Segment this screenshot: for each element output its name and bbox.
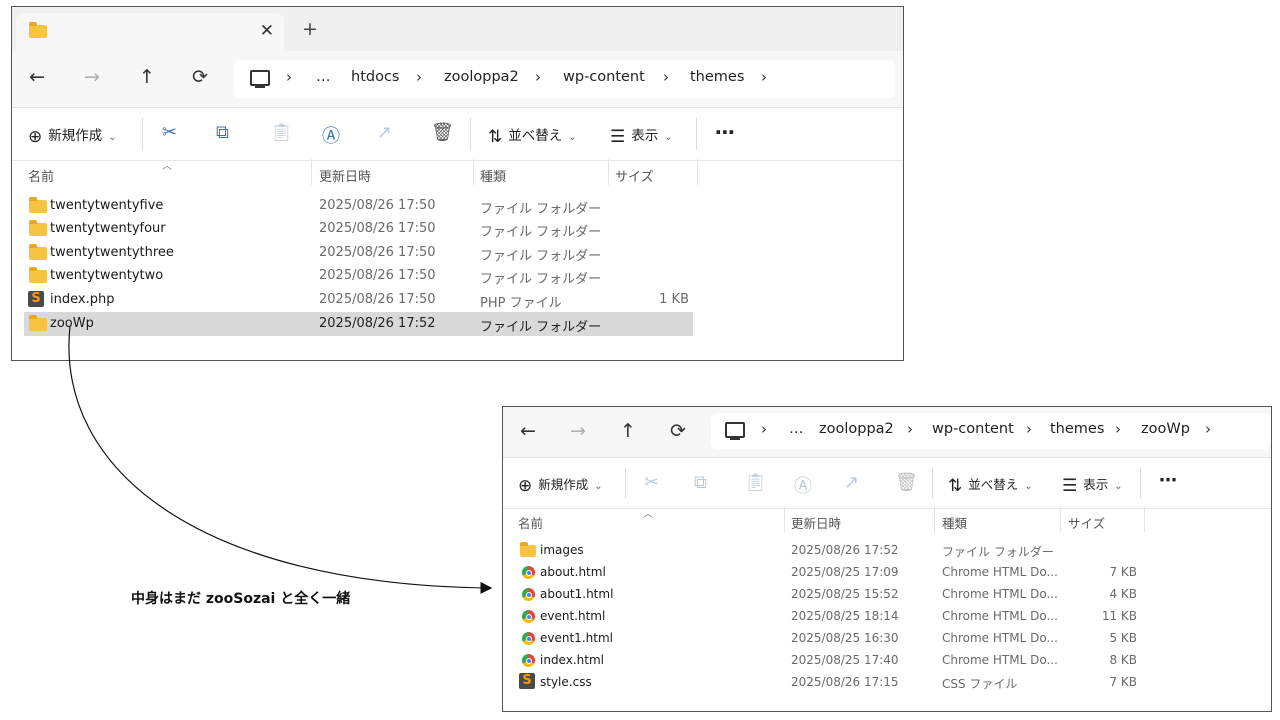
- annotation-note: 中身はまだ zooSozai と全く一緒: [131, 591, 351, 607]
- connector-arrow: [68, 325, 493, 594]
